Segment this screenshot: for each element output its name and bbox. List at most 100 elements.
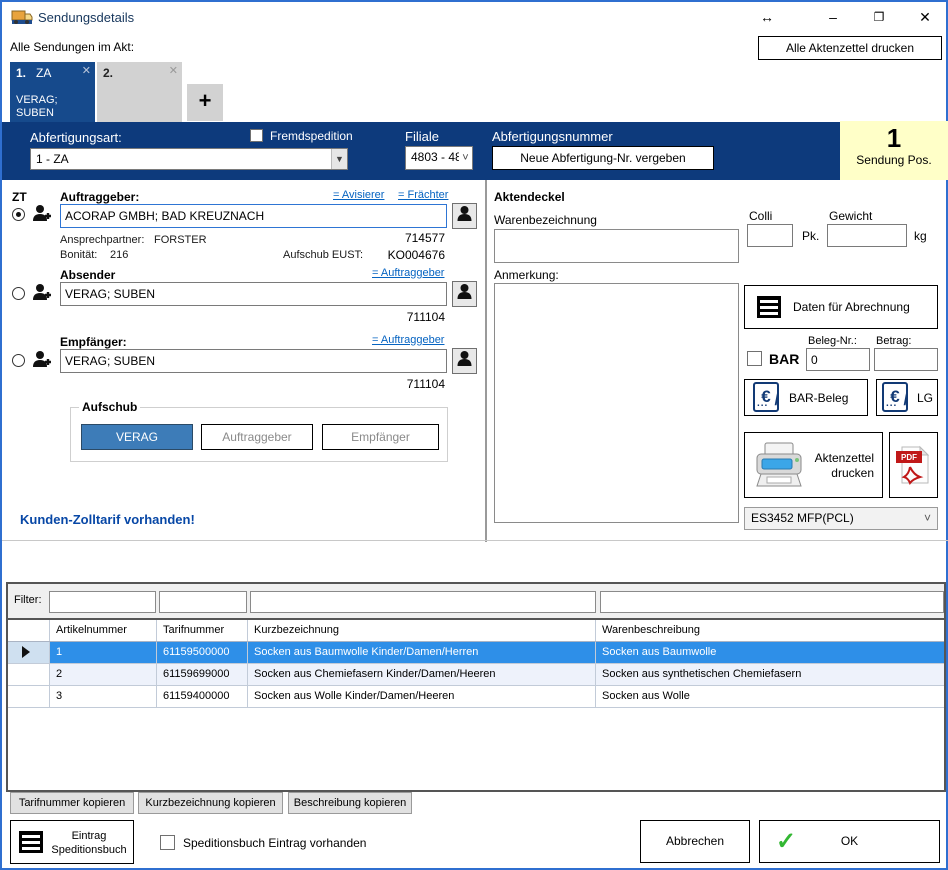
filter-artikelnummer-input[interactable] xyxy=(49,591,156,613)
avisierer-link[interactable]: = Avisierer xyxy=(333,189,384,201)
close-button[interactable]: ✕ xyxy=(912,6,938,28)
auftraggeber-contact-button[interactable] xyxy=(452,203,477,229)
chevron-down-icon: ˅ xyxy=(924,511,931,525)
add-tab-button[interactable]: + xyxy=(187,84,223,121)
absender-input[interactable] xyxy=(60,282,447,306)
cell-warenbeschreibung[interactable]: Socken aus synthetischen Chemiefasern xyxy=(596,664,944,685)
row-selector-cell[interactable] xyxy=(8,642,50,663)
colli-label: Colli xyxy=(749,209,772,223)
betrag-input[interactable] xyxy=(874,348,938,371)
cell-kurzbezeichnung[interactable]: Socken aus Chemiefasern Kinder/Damen/Hee… xyxy=(248,664,596,685)
colli-input[interactable] xyxy=(747,224,793,247)
absender-radio[interactable] xyxy=(12,287,25,300)
anmerkung-textarea[interactable] xyxy=(494,283,739,523)
aktendeckel-title: Aktendeckel xyxy=(494,190,565,204)
ok-button[interactable]: ✓ OK xyxy=(759,820,940,863)
bar-beleg-button[interactable]: € BAR-Beleg xyxy=(744,379,868,416)
abfertigungsart-dropdown[interactable]: 1 - ZA ▼ xyxy=(30,148,348,170)
resize-icon[interactable]: ↔ xyxy=(754,6,780,28)
cell-tarifnummer[interactable]: 61159400000 xyxy=(157,686,248,707)
table-row[interactable]: 2 61159699000 Socken aus Chemiefasern Ki… xyxy=(8,664,944,686)
section-divider xyxy=(2,540,948,541)
maximize-button[interactable]: ❐ xyxy=(866,6,892,28)
cell-artikelnummer[interactable]: 3 xyxy=(50,686,157,707)
empfaenger-label: Empfänger: xyxy=(60,335,127,349)
absender-contact-button[interactable] xyxy=(452,281,477,307)
fremdspedition-checkbox[interactable] xyxy=(250,129,263,142)
add-contact-icon[interactable] xyxy=(30,202,54,229)
euro-receipt-icon: € xyxy=(882,382,908,412)
cell-kurzbezeichnung[interactable]: Socken aus Baumwolle Kinder/Damen/Herren xyxy=(248,642,596,663)
kunden-zolltarif-text: Kunden-Zolltarif vorhanden! xyxy=(20,512,195,527)
eintrag-speditionsbuch-label: Eintrag Speditionsbuch xyxy=(51,829,127,857)
printer-dropdown[interactable]: ES3452 MFP(PCL) ˅ xyxy=(744,507,938,530)
empfaenger-number: 711104 xyxy=(345,377,445,391)
speditionsbuch-checkbox[interactable] xyxy=(160,835,175,850)
gewicht-input[interactable] xyxy=(827,224,907,247)
aktenzettel-drucken-button[interactable]: Aktenzettel drucken xyxy=(744,432,883,498)
cell-artikelnummer[interactable]: 2 xyxy=(50,664,157,685)
filiale-value: 4803 - 480 xyxy=(411,150,459,164)
col-header-kurzbezeichnung[interactable]: Kurzbezeichnung xyxy=(248,620,596,641)
absender-auftraggeber-link[interactable]: = Auftraggeber xyxy=(372,267,444,279)
anmerkung-label: Anmerkung: xyxy=(494,268,559,282)
tab1-number: 1. xyxy=(16,66,26,80)
beleg-nr-input[interactable] xyxy=(806,348,870,371)
neue-abfertigung-button[interactable]: Neue Abfertigung-Nr. vergeben xyxy=(492,146,714,170)
filter-warenbeschreibung-input[interactable] xyxy=(600,591,944,613)
table-header-row: Artikelnummer Tarifnummer Kurzbezeichnun… xyxy=(8,620,944,642)
cell-tarifnummer[interactable]: 61159699000 xyxy=(157,664,248,685)
tab2-close-icon[interactable]: ✕ xyxy=(169,64,178,77)
tab-sendung-1[interactable]: 1. ZA ✕ VERAG; SUBEN xyxy=(10,62,95,122)
col-header-warenbeschreibung[interactable]: Warenbeschreibung xyxy=(596,620,944,641)
add-contact-icon[interactable] xyxy=(30,348,54,375)
cell-kurzbezeichnung[interactable]: Socken aus Wolle Kinder/Damen/Heeren xyxy=(248,686,596,707)
lg-label: LG xyxy=(917,391,933,405)
table-row[interactable]: 3 61159400000 Socken aus Wolle Kinder/Da… xyxy=(8,686,944,708)
filter-kurzbezeichnung-input[interactable] xyxy=(250,591,596,613)
filter-tarifnummer-input[interactable] xyxy=(159,591,247,613)
col-header-artikelnummer[interactable]: Artikelnummer xyxy=(50,620,157,641)
table-row[interactable]: 1 61159500000 Socken aus Baumwolle Kinde… xyxy=(8,642,944,664)
warenbezeichnung-textarea[interactable] xyxy=(494,229,739,263)
daten-abrechnung-label: Daten für Abrechnung xyxy=(793,300,910,314)
row-selector-cell[interactable] xyxy=(8,686,50,707)
auftraggeber-input[interactable] xyxy=(60,204,447,228)
tab1-close-icon[interactable]: ✕ xyxy=(82,64,91,77)
sendung-pos-label: Sendung Pos. xyxy=(840,153,948,167)
minimize-button[interactable]: – xyxy=(820,6,846,28)
col-header-tarifnummer[interactable]: Tarifnummer xyxy=(157,620,248,641)
printer-value: ES3452 MFP(PCL) xyxy=(751,511,854,525)
auftraggeber-label: Auftraggeber: xyxy=(60,190,139,204)
aufschub-auftraggeber-button[interactable]: Auftraggeber xyxy=(201,424,313,450)
aufschub-empfaenger-button[interactable]: Empfänger xyxy=(322,424,439,450)
abbrechen-button[interactable]: Abbrechen xyxy=(640,820,750,863)
kurzbezeichnung-kopieren-button[interactable]: Kurzbezeichnung kopieren xyxy=(138,792,283,814)
euro-receipt-icon: € xyxy=(753,382,779,412)
empfaenger-contact-button[interactable] xyxy=(452,348,477,374)
add-contact-icon[interactable] xyxy=(30,281,54,308)
row-selector-cell[interactable] xyxy=(8,664,50,685)
cell-warenbeschreibung[interactable]: Socken aus Baumwolle xyxy=(596,642,944,663)
pdf-export-button[interactable]: PDF xyxy=(889,432,938,498)
tab-sendung-2[interactable]: 2. ✕ xyxy=(97,62,182,122)
cell-warenbeschreibung[interactable]: Socken aus Wolle xyxy=(596,686,944,707)
auftraggeber-radio[interactable] xyxy=(12,208,25,221)
alle-aktenzettel-drucken-button[interactable]: Alle Aktenzettel drucken xyxy=(758,36,942,60)
fraechter-link[interactable]: = Frächter xyxy=(398,189,448,201)
lg-button[interactable]: € LG xyxy=(876,379,938,416)
eintrag-speditionsbuch-button[interactable]: Eintrag Speditionsbuch xyxy=(10,820,134,864)
beschreibung-kopieren-button[interactable]: Beschreibung kopieren xyxy=(288,792,412,814)
filiale-dropdown[interactable]: 4803 - 480 ˅ xyxy=(405,146,473,170)
aufschub-verag-button[interactable]: VERAG xyxy=(81,424,193,450)
cell-artikelnummer[interactable]: 1 xyxy=(50,642,157,663)
bar-checkbox[interactable] xyxy=(747,351,762,366)
empfaenger-radio[interactable] xyxy=(12,354,25,367)
tarifnummer-kopieren-button[interactable]: Tarifnummer kopieren xyxy=(10,792,134,814)
daten-abrechnung-button[interactable]: Daten für Abrechnung xyxy=(744,285,938,329)
cell-tarifnummer[interactable]: 61159500000 xyxy=(157,642,248,663)
empfaenger-auftraggeber-link[interactable]: = Auftraggeber xyxy=(372,334,444,346)
empfaenger-input[interactable] xyxy=(60,349,447,373)
pdf-icon: PDF xyxy=(896,443,932,490)
current-row-arrow-icon xyxy=(22,646,30,658)
